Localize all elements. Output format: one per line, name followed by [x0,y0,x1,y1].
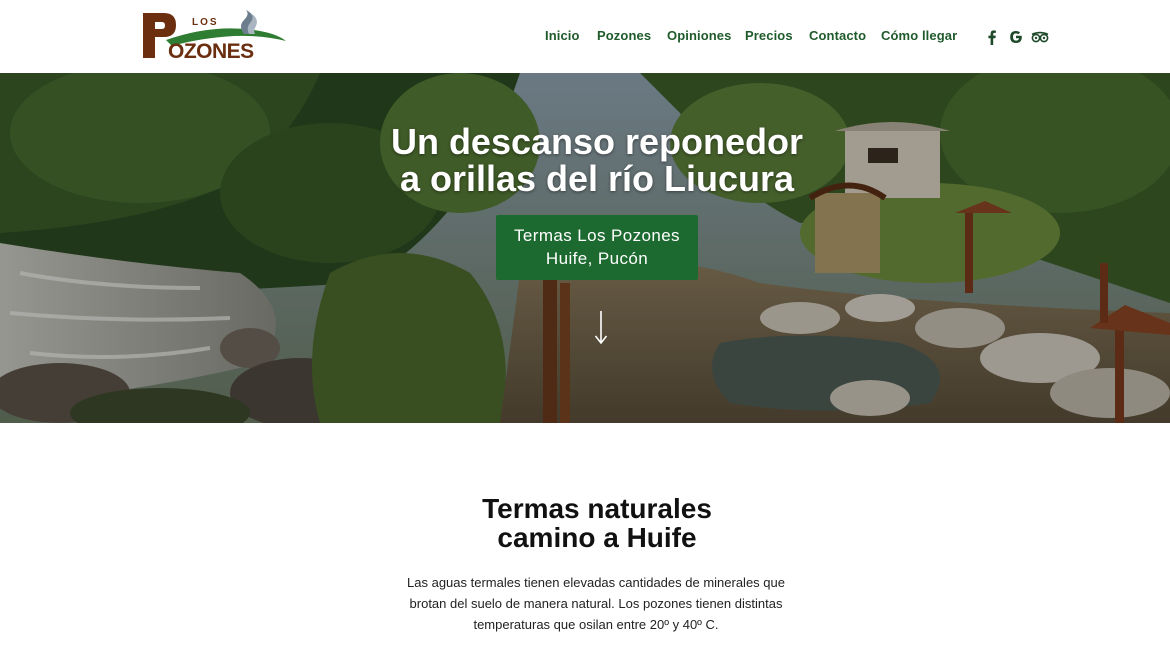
intro-title: Termas naturales camino a Huife [0,494,1170,552]
hero-title-line-1: Un descanso reponedor [390,121,804,162]
hero-cta-button[interactable]: Termas Los Pozones Huife, Pucón [496,215,698,280]
nav-item-contacto[interactable]: Contacto [809,28,866,43]
hero-section: Un descanso reponedor a orillas del río … [0,73,1170,423]
nav-item-como-llegar[interactable]: Cómo llegar [881,28,957,43]
hero-cta-line-2: Huife, Pucón [545,249,649,268]
logo-small-text: LOS [192,17,219,28]
intro-title-line-1: Termas naturales [482,493,712,524]
intro-paragraph: Las aguas termales tienen elevadas canti… [407,575,785,632]
intro-title-line-2: camino a Huife [497,522,697,553]
site-header: LOS OZONES Inicio Pozones Opiniones Prec… [0,0,1170,73]
nav-item-opiniones[interactable]: Opiniones [667,28,731,43]
nav-item-pozones[interactable]: Pozones [597,28,651,43]
arrow-down-icon[interactable] [593,311,609,350]
hero-cta-line-1: Termas Los Pozones [514,226,680,245]
facebook-icon[interactable] [986,29,998,45]
hero-title-line-2: a orillas del río Liucura [399,158,795,199]
hero-title: Un descanso reponedor a orillas del río … [0,123,1170,197]
google-icon[interactable] [1009,29,1023,45]
nav-item-inicio[interactable]: Inicio [545,28,580,43]
tripadvisor-icon[interactable] [1031,29,1049,45]
nav-item-precios[interactable]: Precios [745,28,793,43]
